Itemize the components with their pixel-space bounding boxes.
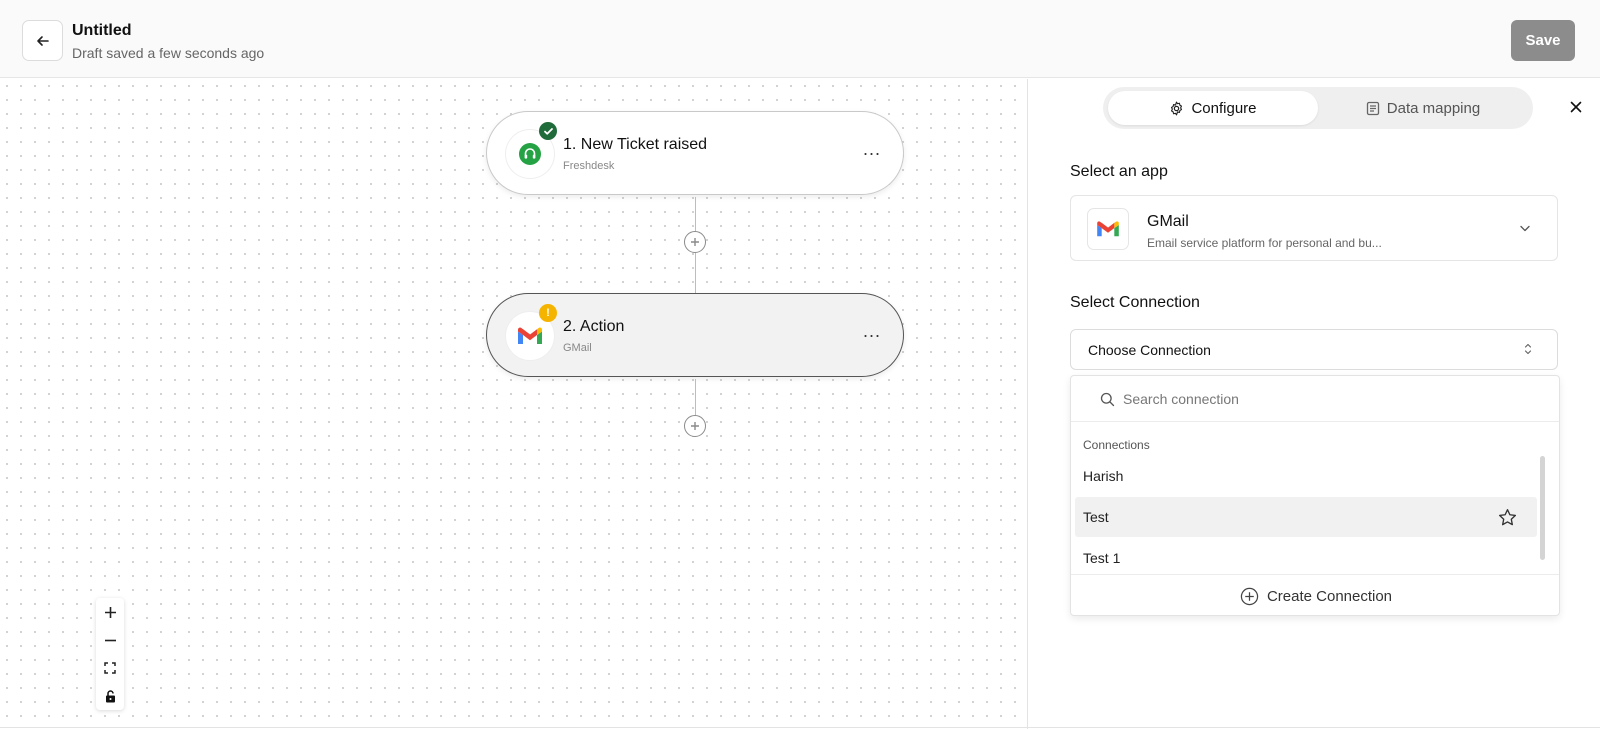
zoom-in-button[interactable] — [96, 598, 124, 626]
close-icon — [1570, 101, 1582, 113]
app-name: GMail — [1147, 213, 1189, 230]
document-icon — [1366, 101, 1379, 115]
connection-search-row — [1071, 376, 1559, 422]
connections-group-label: Connections — [1083, 438, 1150, 452]
connector-line — [695, 253, 696, 293]
connection-select-value: Choose Connection — [1088, 342, 1211, 358]
fit-view-icon — [104, 662, 116, 674]
gear-icon — [1171, 101, 1183, 115]
save-button[interactable]: Save — [1511, 20, 1575, 61]
app-selector[interactable]: GMail Email service platform for persona… — [1070, 195, 1558, 261]
warning-icon: ! — [539, 304, 557, 322]
lock-icon — [105, 689, 115, 702]
tab-configure-label: Configure — [1191, 99, 1257, 117]
app-logo — [1087, 208, 1129, 250]
create-connection-label: Create Connection — [1266, 587, 1393, 605]
connector-line — [695, 197, 696, 231]
create-connection-button[interactable]: Create Connection — [1071, 574, 1559, 615]
node-subtitle: GMail — [563, 342, 592, 354]
canvas-controls — [96, 598, 124, 710]
back-button[interactable] — [22, 20, 63, 61]
plus-icon — [691, 422, 699, 430]
connection-option[interactable]: Harish — [1075, 456, 1537, 496]
gmail-icon — [518, 327, 542, 344]
workflow-node-trigger[interactable]: 1. New Ticket raised Freshdesk ... — [486, 111, 904, 195]
connection-select[interactable]: Choose Connection — [1070, 329, 1558, 370]
dropdown-scrollbar[interactable] — [1540, 456, 1545, 560]
plus-circle-icon — [1240, 587, 1259, 605]
freshdesk-headset-icon — [519, 143, 541, 165]
success-check-icon — [539, 122, 557, 140]
config-panel: Configure Data mapping Select an app GMa… — [1028, 79, 1600, 729]
minus-icon — [104, 639, 116, 641]
select-app-label: Select an app — [1070, 163, 1168, 180]
node-more-menu-button[interactable]: ... — [863, 140, 881, 158]
node-title: 2. Action — [563, 318, 625, 335]
page-title: Untitled — [72, 22, 132, 39]
lock-canvas-button[interactable] — [96, 682, 124, 710]
workflow-node-action[interactable]: ! 2. Action GMail ... — [486, 293, 904, 377]
app-description: Email service platform for personal and … — [1147, 236, 1382, 250]
tab-data-mapping-label: Data mapping — [1386, 99, 1481, 117]
fit-view-button[interactable] — [96, 654, 124, 682]
connection-option-label: Harish — [1083, 468, 1124, 484]
plus-icon — [104, 606, 116, 618]
node-title: 1. New Ticket raised — [563, 136, 708, 153]
gmail-icon — [1097, 221, 1119, 237]
connection-dropdown: Connections Harish Test Test 1 Create Co… — [1070, 375, 1560, 616]
node-subtitle: Freshdesk — [563, 160, 615, 172]
search-icon — [1100, 392, 1115, 407]
zoom-out-button[interactable] — [96, 626, 124, 654]
tab-data-mapping[interactable]: Data mapping — [1318, 91, 1528, 125]
panel-tabs: Configure Data mapping — [1103, 87, 1533, 129]
connection-option[interactable]: Test 1 — [1075, 538, 1537, 578]
connection-search-input[interactable] — [1123, 387, 1523, 411]
add-step-button[interactable] — [684, 415, 706, 437]
plus-icon — [691, 238, 699, 246]
arrow-left-icon — [36, 35, 49, 46]
node-more-menu-button[interactable]: ... — [863, 322, 881, 340]
top-header: Untitled Draft saved a few seconds ago S… — [0, 0, 1600, 78]
add-step-button[interactable] — [684, 231, 706, 253]
connection-option[interactable]: Test — [1075, 497, 1537, 537]
select-connection-label: Select Connection — [1070, 294, 1200, 311]
bottom-border — [0, 727, 1600, 728]
connector-line — [695, 379, 696, 415]
connection-option-label: Test 1 — [1083, 550, 1121, 566]
star-icon[interactable] — [1498, 508, 1517, 527]
close-panel-button[interactable] — [1564, 95, 1588, 119]
chevron-down-icon — [1520, 225, 1530, 232]
connection-option-label: Test — [1083, 509, 1109, 525]
chevron-up-down-icon — [1524, 343, 1532, 355]
draft-status: Draft saved a few seconds ago — [72, 45, 265, 61]
tab-configure[interactable]: Configure — [1108, 91, 1318, 125]
